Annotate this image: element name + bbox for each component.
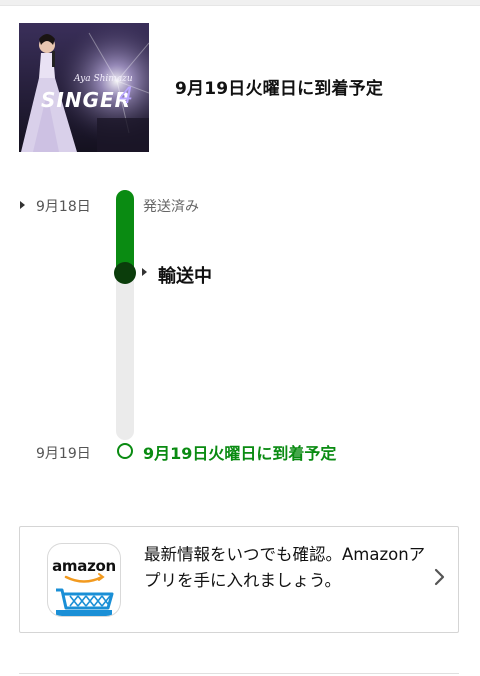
app-icon-label: amazon xyxy=(52,557,116,575)
expand-arrow-icon[interactable] xyxy=(20,201,25,209)
arrival-status-dot xyxy=(117,443,133,459)
delivery-estimate-title: 9月19日火曜日に到着予定 xyxy=(175,79,384,99)
product-image[interactable]: Aya Shimazu SINGER 4 xyxy=(19,23,149,152)
album-cover-art: Aya Shimazu SINGER 4 xyxy=(19,23,149,152)
step-arrival-label: 9月19日火曜日に到着予定 xyxy=(143,444,337,463)
current-status-dot xyxy=(115,263,135,283)
expand-arrow-icon[interactable] xyxy=(142,268,147,276)
app-promo-card[interactable]: amazon 最新情報をいつでも確認。Amazonアプリを手に入れましょう。 xyxy=(19,526,459,633)
svg-text:SINGER: SINGER xyxy=(41,88,131,112)
promo-message: 最新情報をいつでも確認。Amazonアプリを手に入れましょう。 xyxy=(144,545,426,590)
svg-text:4: 4 xyxy=(119,84,133,109)
amazon-app-icon: amazon xyxy=(48,544,120,616)
top-divider xyxy=(0,0,480,6)
cart-icon xyxy=(56,573,114,616)
date-shipped: 9月18日 xyxy=(36,199,91,215)
chevron-right-icon[interactable] xyxy=(434,567,446,587)
step-shipped-label: 発送済み xyxy=(143,199,199,215)
date-arrival: 9月19日 xyxy=(36,446,91,462)
step-in-transit-label[interactable]: 輸送中 xyxy=(158,262,212,288)
bottom-divider xyxy=(19,673,459,674)
svg-text:Aya Shimazu: Aya Shimazu xyxy=(73,74,133,84)
